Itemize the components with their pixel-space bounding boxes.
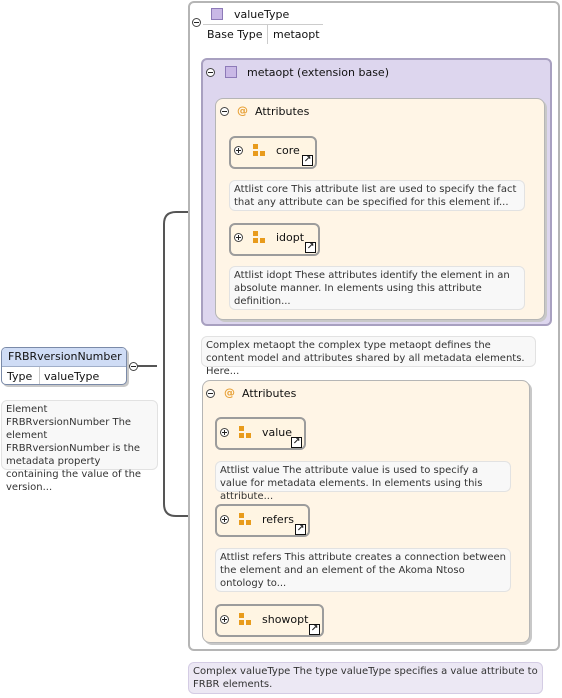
base-type-divider [267, 25, 268, 44]
idopt-expand-icon[interactable] [234, 233, 243, 242]
value-label: value [262, 426, 293, 439]
metaopt-title: metaopt (extension base) [247, 66, 389, 79]
attribute-group-icon [253, 231, 267, 245]
value-type-title: valueType [234, 8, 290, 21]
value-type-note: Complex valueType The type valueType spe… [188, 662, 543, 694]
root-element-name: FRBRversionNumber [8, 350, 122, 363]
root-type-divider [39, 367, 40, 384]
attribute-group-icon [253, 144, 267, 158]
value-type-note-text: Complex valueType The type valueType spe… [193, 666, 538, 690]
base-type-label: Base Type [207, 28, 263, 41]
refers-note-text: Attlist refers This attribute creates a … [220, 552, 506, 589]
attribute-marker-icon: @ [224, 386, 235, 399]
base-type-value: metaopt [273, 28, 320, 41]
metaopt-attributes-label: Attributes [255, 105, 310, 118]
core-note: Attlist core This attribute list are use… [229, 180, 525, 211]
value-attributes-collapse-icon[interactable] [206, 389, 215, 398]
idopt-note: Attlist idopt These attributes identify … [229, 266, 525, 310]
value-link-arrow-icon[interactable]: ↗ [291, 437, 302, 448]
attribute-marker-icon: @ [237, 104, 248, 117]
root-type-label: Type [7, 370, 33, 383]
attribute-group-icon [239, 426, 253, 440]
root-element-header: FRBRversionNumber [2, 348, 126, 367]
refers-label: refers [262, 513, 294, 526]
core-label: core [276, 144, 300, 157]
root-collapse-icon[interactable] [129, 362, 138, 371]
core-link-arrow-icon[interactable]: ↗ [302, 155, 313, 166]
showopt-expand-icon[interactable] [220, 615, 229, 624]
root-type-value: valueType [44, 370, 100, 383]
root-element-note: Element FRBRversionNumber The element FR… [1, 400, 158, 493]
value-expand-icon[interactable] [220, 428, 229, 437]
showopt-label: showopt [262, 613, 309, 626]
refers-note: Attlist refers This attribute creates a … [215, 548, 511, 592]
base-type-row: Base Type metaopt [203, 24, 323, 44]
idopt-label: idopt [276, 231, 305, 244]
root-element-note-text: Element FRBRversionNumber The element FR… [6, 404, 142, 493]
attribute-group-icon [239, 513, 253, 527]
refers-link-arrow-icon[interactable]: ↗ [295, 524, 306, 535]
idopt-note-text: Attlist idopt These attributes identify … [234, 270, 510, 307]
value-attributes-label: Attributes [242, 387, 297, 400]
attribute-group-icon [239, 613, 253, 627]
idopt-link-arrow-icon[interactable]: ↗ [305, 242, 316, 253]
refers-expand-icon[interactable] [220, 515, 229, 524]
complex-type-icon [211, 8, 223, 20]
value-note: Attlist value The attribute value is use… [215, 461, 511, 502]
showopt-link-arrow-icon[interactable]: ↗ [309, 624, 320, 635]
value-type-collapse-icon[interactable] [192, 18, 201, 27]
metaopt-collapse-icon[interactable] [206, 68, 215, 77]
root-element-box[interactable]: FRBRversionNumber Type valueType [1, 347, 127, 385]
core-expand-icon[interactable] [234, 146, 243, 155]
core-note-text: Attlist core This attribute list are use… [234, 184, 517, 208]
metaopt-complex-icon [225, 66, 237, 78]
metaopt-note: Complex metaopt the complex type metaopt… [201, 336, 536, 377]
metaopt-attributes-collapse-icon[interactable] [220, 107, 229, 116]
